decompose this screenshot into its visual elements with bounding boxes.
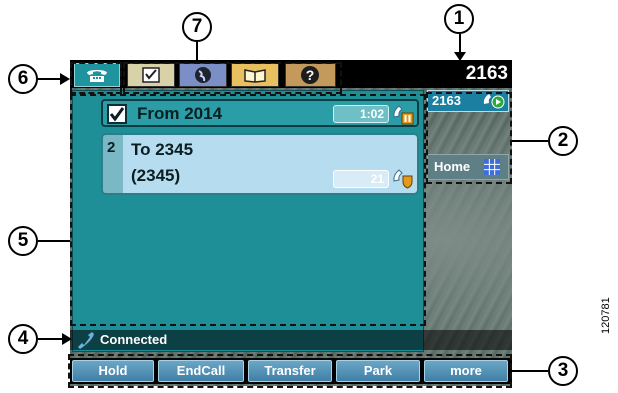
- figure-id: 120781: [600, 297, 612, 334]
- header-line-number: 2163: [465, 63, 508, 84]
- callout-3: 3: [548, 356, 578, 386]
- callout-7: 7: [182, 12, 212, 42]
- callout-box-app-tabs: [123, 62, 342, 94]
- callout-box-call-area: [70, 94, 426, 326]
- handset-icon: [78, 332, 94, 349]
- callout-2: 2: [548, 126, 578, 156]
- callout-2-leader: [512, 140, 548, 142]
- status-line: Connected: [70, 330, 512, 350]
- callout-5: 5: [8, 226, 38, 256]
- callout-box-line-tab: [70, 62, 122, 94]
- callout-box-softkeys: [68, 354, 512, 388]
- callout-6: 6: [8, 64, 38, 94]
- status-text: Connected: [100, 332, 168, 347]
- callout-4-arrow: [38, 333, 72, 345]
- callout-3-leader: [512, 370, 548, 372]
- callout-6-arrow: [38, 73, 70, 85]
- callout-1-arrow: [454, 34, 466, 61]
- callout-4: 4: [8, 324, 38, 354]
- callout-7-leader: [196, 42, 198, 62]
- callout-1: 1: [444, 4, 474, 34]
- callout-5-leader: [38, 240, 70, 242]
- callout-box-line-panel: [426, 92, 512, 184]
